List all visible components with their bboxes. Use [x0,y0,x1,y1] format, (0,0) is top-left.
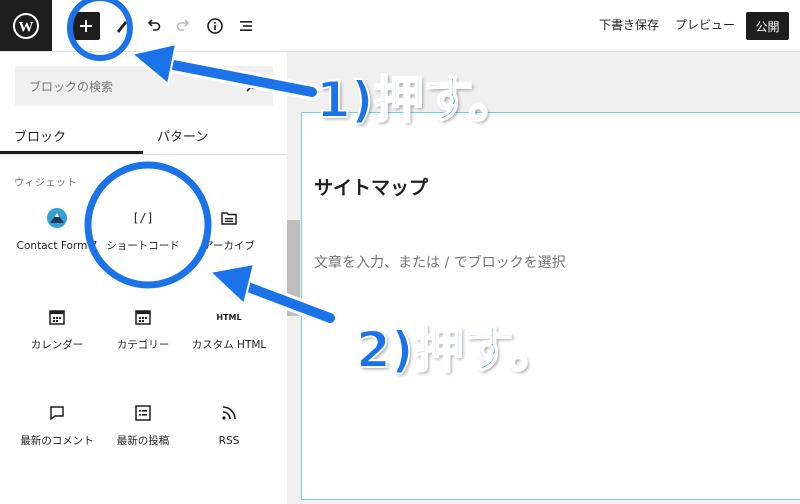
list-view-button[interactable] [232,12,260,40]
info-icon [207,18,223,34]
wordpress-logo-button[interactable]: W [0,0,52,51]
preview-button[interactable]: プレビュー [675,16,735,33]
block-label: RSS [218,435,240,447]
annotation-step-2: 2)押す。 [355,320,560,380]
sidebar-scrollbar-thumb[interactable] [287,220,300,316]
block-rss[interactable]: RSS [186,402,272,449]
calendar-icon [49,310,65,325]
editor-toolbar: W 下書き保存 プレビュー 公開 [0,0,800,52]
wordpress-icon: W [13,12,39,39]
block-inserter-toggle-button[interactable] [72,12,100,40]
inserter-tabs: ブロック パターン [0,116,287,155]
archive-icon [221,212,237,225]
block-label: カテゴリー [116,339,170,351]
block-label: 最新のコメント [20,435,94,447]
post-title[interactable]: サイトマップ [314,173,428,200]
block-calendar[interactable]: カレンダー [14,306,100,353]
tools-button[interactable] [108,12,136,40]
category-icon [135,310,151,325]
contact-form-icon [47,208,67,228]
block-custom-html[interactable]: HTML カスタム HTML [186,306,272,353]
html-icon: HTML [216,312,242,322]
comment-icon [50,406,64,421]
search-placeholder: ブロックの検索 [29,80,114,94]
redo-button[interactable] [170,12,198,40]
shortcode-icon: [/] [132,211,154,225]
block-label: アーカイブ [203,240,255,252]
block-shortcode[interactable]: [/] ショートコード [100,207,186,254]
block-inserter-panel: ブロックの検索 ブロック パターン ウィジェット Contact Form 7 … [0,52,288,504]
svg-text:W: W [19,19,34,35]
block-archive[interactable]: アーカイブ [186,207,272,254]
tab-patterns[interactable]: パターン [157,126,208,145]
redo-icon [176,19,190,31]
publish-button[interactable]: 公開 [746,12,789,40]
undo-icon [147,19,161,31]
save-draft-button[interactable]: 下書き保存 [599,16,659,33]
active-tab-indicator [0,151,143,154]
block-label: Contact Form 7 [16,240,98,252]
undo-button[interactable] [139,12,167,40]
editor-canvas[interactable] [301,112,800,500]
list-view-icon [240,21,252,31]
search-icon [246,78,260,92]
block-label: 最新の投稿 [116,435,170,447]
plus-icon [80,20,92,32]
category-heading: ウィジェット [14,178,77,189]
block-label: カスタム HTML [191,339,267,351]
block-label: ショートコード [106,240,180,252]
annotation-step-1: 1)押す。 [315,70,520,130]
block-categories[interactable]: カテゴリー [100,306,186,353]
tab-blocks[interactable]: ブロック [14,126,66,145]
block-placeholder[interactable]: 文章を入力、または / でブロックを選択 [314,252,566,272]
block-label: カレンダー [30,339,84,351]
posts-list-icon [135,405,151,421]
details-button[interactable] [201,12,229,40]
block-contact-form-7[interactable]: Contact Form 7 [14,207,100,254]
block-search-input[interactable]: ブロックの検索 [15,66,273,106]
rss-icon [222,406,236,420]
pencil-icon [117,21,127,33]
block-latest-posts[interactable]: 最新の投稿 [100,402,186,449]
block-latest-comments[interactable]: 最新のコメント [14,402,100,449]
